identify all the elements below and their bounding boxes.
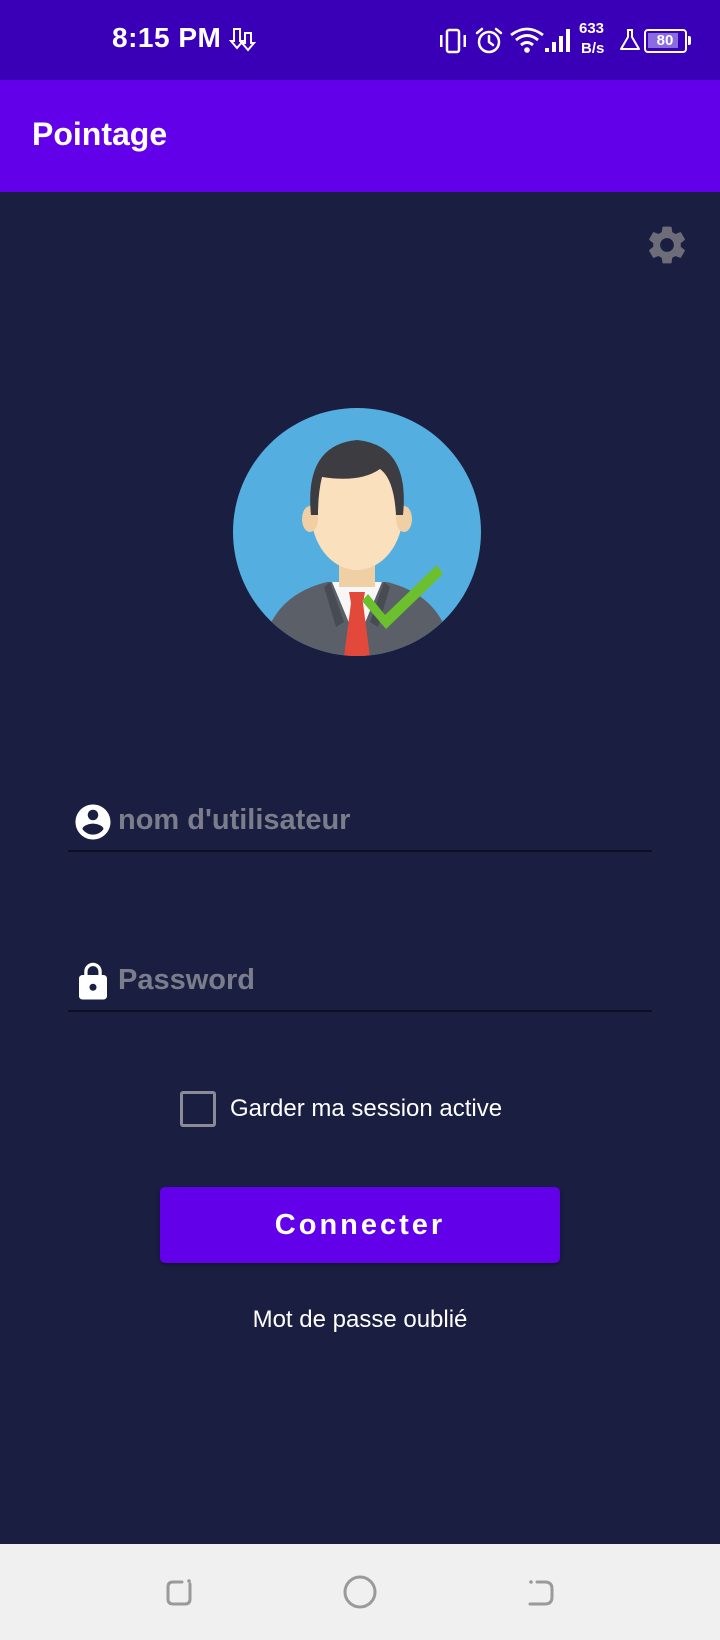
- recents-icon[interactable]: [160, 1572, 200, 1612]
- password-field: [68, 952, 652, 1012]
- forgot-password-link[interactable]: Mot de passe oublié: [0, 1306, 720, 1334]
- app-bar: Pointage: [0, 80, 720, 192]
- flask-icon: [620, 29, 640, 50]
- battery-icon: 80: [644, 29, 691, 53]
- download-arrows-icon: [229, 28, 257, 52]
- page-title: Pointage: [32, 116, 168, 152]
- remember-session-label: Garder ma session active: [230, 1095, 503, 1122]
- wifi-icon: [510, 27, 544, 53]
- net-speed-unit: B/s: [581, 40, 605, 57]
- remember-session-checkbox[interactable]: Garder ma session active: [180, 1091, 502, 1127]
- vibrate-icon: [440, 28, 466, 54]
- home-icon[interactable]: [340, 1572, 380, 1612]
- login-screen: [0, 192, 720, 1544]
- back-icon[interactable]: [520, 1572, 560, 1612]
- navigation-bar: [0, 1544, 720, 1640]
- gear-icon[interactable]: [644, 222, 690, 268]
- avatar: [233, 408, 481, 656]
- battery-level: 80: [656, 32, 674, 49]
- lock-icon: [79, 962, 107, 1000]
- password-input[interactable]: [118, 958, 638, 1002]
- signal-icon: [545, 29, 570, 52]
- username-input[interactable]: [118, 798, 638, 842]
- checkbox-box[interactable]: [180, 1091, 216, 1127]
- status-bar: 8:15 PM 633 B/s 80: [0, 0, 720, 80]
- alarm-icon: [475, 27, 503, 54]
- account-circle-icon: [75, 804, 111, 840]
- connect-button[interactable]: Connecter: [160, 1187, 560, 1263]
- net-speed-value: 633: [579, 20, 605, 37]
- status-time: 8:15 PM: [112, 22, 222, 53]
- username-field: [68, 792, 652, 852]
